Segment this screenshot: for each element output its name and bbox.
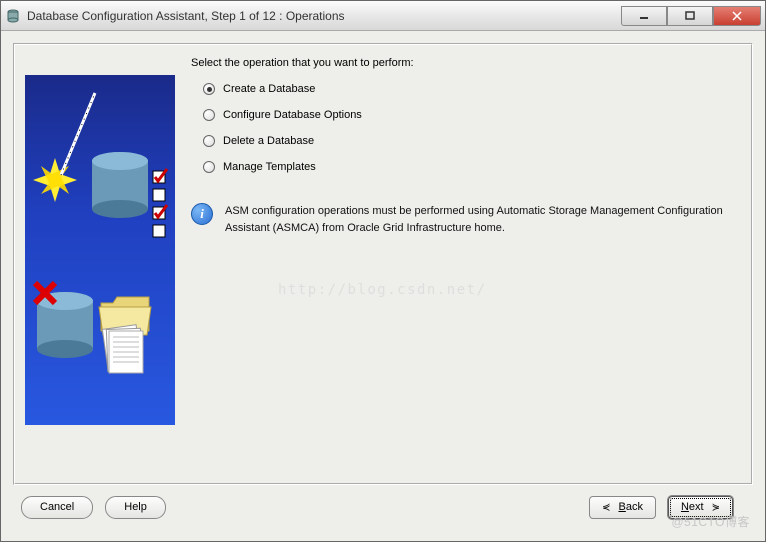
radio-label: Delete a Database — [223, 135, 314, 147]
radio-icon — [203, 135, 215, 147]
wizard-sidebar-image — [25, 75, 175, 425]
option-manage-templates[interactable]: Manage Templates — [203, 161, 735, 173]
dbca-window: Database Configuration Assistant, Step 1… — [0, 0, 766, 542]
operation-prompt: Select the operation that you want to pe… — [191, 57, 735, 69]
wizard-button-bar: Cancel Help ⋞ Back Next ⋟ — [13, 485, 753, 529]
window-title: Database Configuration Assistant, Step 1… — [27, 9, 621, 23]
watermark: @51CTO博客 — [671, 513, 750, 530]
info-message: i ASM configuration operations must be p… — [191, 203, 735, 236]
info-text: ASM configuration operations must be per… — [225, 203, 735, 236]
window-controls — [621, 6, 761, 26]
radio-icon — [203, 83, 215, 95]
arrow-right-icon: ⋟ — [712, 502, 720, 513]
minimize-button[interactable] — [621, 6, 667, 26]
close-button[interactable] — [713, 6, 761, 26]
option-delete-database[interactable]: Delete a Database — [203, 135, 735, 147]
radio-label: Manage Templates — [223, 161, 316, 173]
maximize-button[interactable] — [667, 6, 713, 26]
option-configure-database[interactable]: Configure Database Options — [203, 109, 735, 121]
radio-icon — [203, 109, 215, 121]
titlebar[interactable]: Database Configuration Assistant, Step 1… — [1, 1, 765, 31]
app-icon — [5, 8, 21, 24]
radio-label: Configure Database Options — [223, 109, 362, 121]
main-panel: Select the operation that you want to pe… — [13, 43, 753, 485]
step-content: Select the operation that you want to pe… — [185, 55, 741, 473]
back-button[interactable]: ⋞ Back — [589, 496, 656, 519]
url-watermark: http://blog.csdn.net/ — [278, 282, 487, 298]
radio-icon — [203, 161, 215, 173]
operation-options: Create a Database Configure Database Opt… — [203, 83, 735, 173]
arrow-left-icon: ⋞ — [602, 502, 610, 513]
radio-label: Create a Database — [223, 83, 315, 95]
cancel-button[interactable]: Cancel — [21, 496, 93, 519]
info-icon: i — [191, 203, 213, 225]
help-button[interactable]: Help — [105, 496, 166, 519]
option-create-database[interactable]: Create a Database — [203, 83, 735, 95]
